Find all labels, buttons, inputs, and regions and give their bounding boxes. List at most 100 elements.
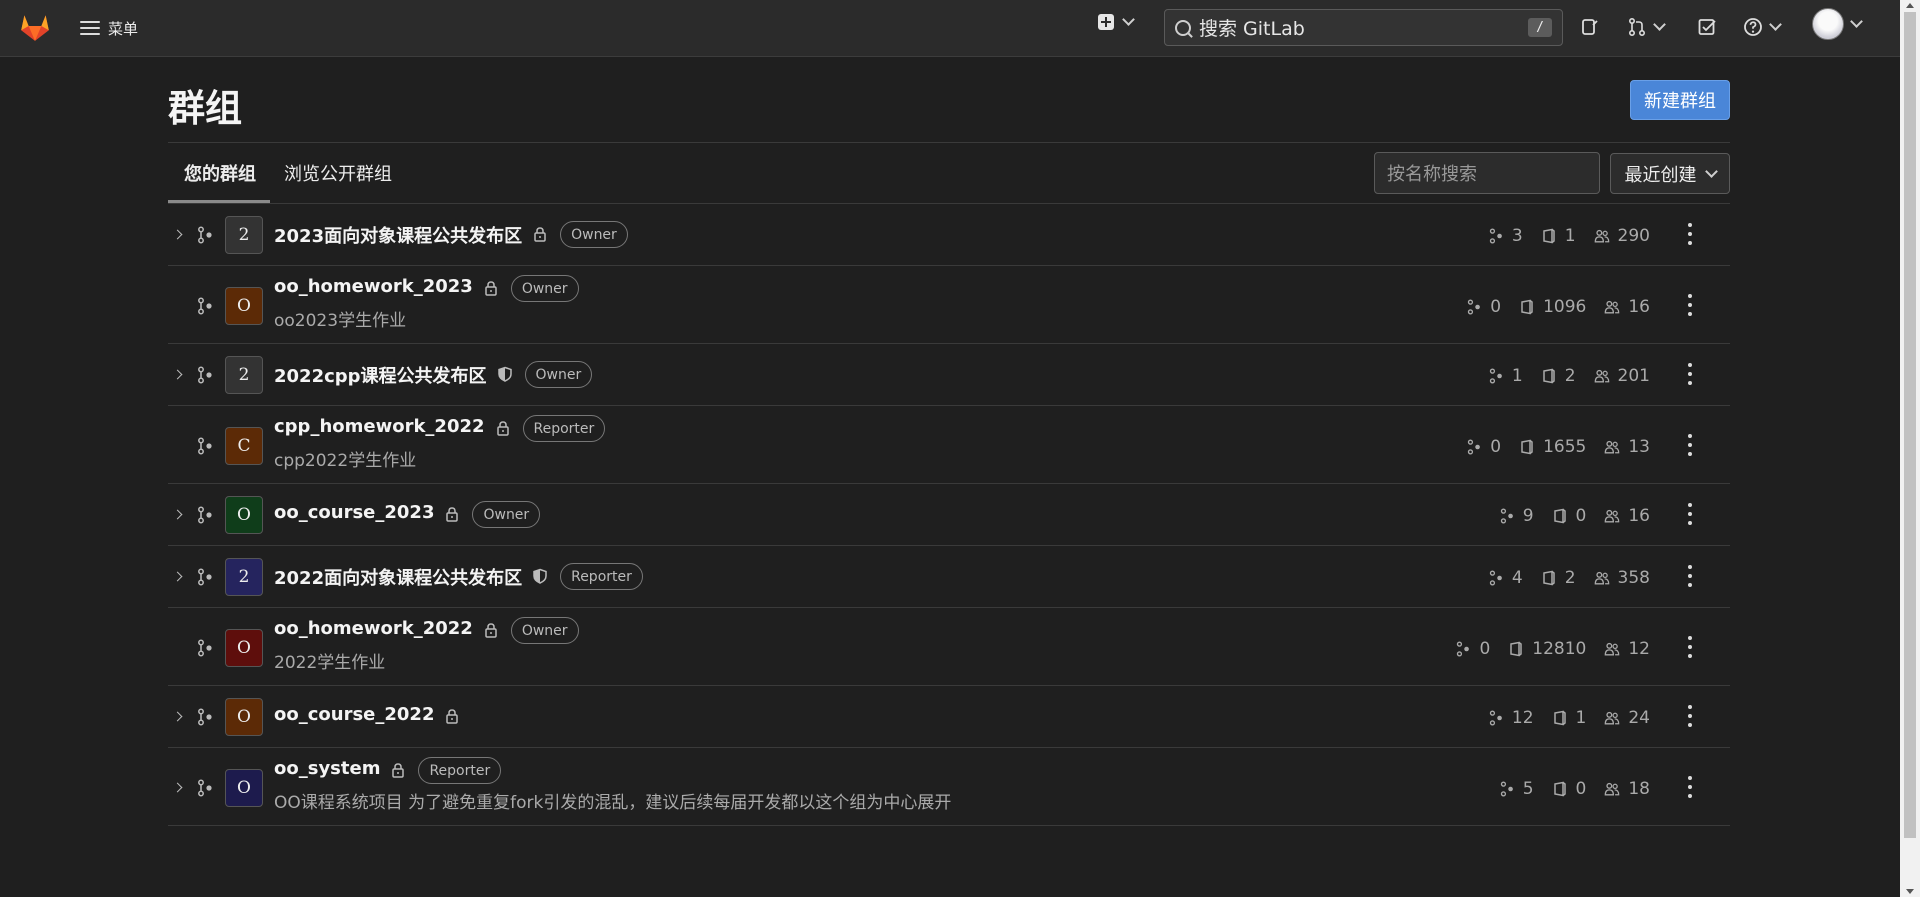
expand-caret-icon[interactable] <box>172 782 183 793</box>
expand-caret-icon[interactable] <box>172 369 183 380</box>
users-icon <box>1605 782 1620 796</box>
group-name-link[interactable]: 2022面向对象课程公共发布区 <box>274 564 522 590</box>
bookmark-icon <box>1510 641 1523 657</box>
scroll-up-arrow-icon[interactable] <box>1906 3 1914 8</box>
projects-value: 2 <box>1564 568 1576 588</box>
members-count: 358 <box>1594 568 1650 588</box>
more-actions-kebab-icon[interactable] <box>1686 294 1694 316</box>
group-avatar[interactable]: C <box>225 427 263 465</box>
more-actions-kebab-icon[interactable] <box>1686 223 1694 245</box>
menu-button[interactable]: 菜单 <box>80 15 138 41</box>
group-stats: 4 2 358 <box>1488 568 1650 588</box>
group-row[interactable]: O oo_course_2023 Owner 9 0 16 <box>168 484 1730 546</box>
users-icon <box>1605 440 1620 454</box>
plus-square-icon <box>1098 14 1114 30</box>
tab-your-groups[interactable]: 您的群组 <box>184 160 256 186</box>
new-group-button[interactable]: 新建群组 <box>1630 80 1730 120</box>
user-menu-dropdown[interactable] <box>1812 8 1863 40</box>
more-actions-kebab-icon[interactable] <box>1686 434 1694 456</box>
help-dropdown[interactable] <box>1743 15 1782 39</box>
more-actions-kebab-icon[interactable] <box>1686 705 1694 727</box>
group-avatar[interactable]: 2 <box>225 356 263 394</box>
user-avatar <box>1812 8 1844 40</box>
group-avatar[interactable]: 2 <box>225 216 263 254</box>
group-icon <box>198 297 212 315</box>
projects-count: 1 <box>1541 226 1576 246</box>
tab-explore-public-groups[interactable]: 浏览公开群组 <box>284 160 392 186</box>
more-actions-kebab-icon[interactable] <box>1686 503 1694 525</box>
global-search-input[interactable]: 搜索 GitLab / <box>1164 9 1563 46</box>
create-new-dropdown[interactable] <box>1098 13 1135 30</box>
issues-button[interactable] <box>1580 15 1600 39</box>
merge-requests-dropdown[interactable] <box>1627 15 1666 39</box>
group-avatar[interactable]: 2 <box>225 558 263 596</box>
group-name-link[interactable]: oo_homework_2023 <box>274 276 473 297</box>
projects-count: 0 <box>1552 779 1586 799</box>
group-row[interactable]: 2 2022cpp课程公共发布区 Owner 1 2 201 <box>168 344 1730 406</box>
group-name-link[interactable]: oo_course_2023 <box>274 502 434 523</box>
more-actions-kebab-icon[interactable] <box>1686 636 1694 658</box>
group-avatar[interactable]: O <box>225 287 263 325</box>
group-avatar[interactable]: O <box>225 629 263 667</box>
group-name-link[interactable]: oo_system <box>274 758 380 779</box>
group-stats: 0 12810 12 <box>1455 639 1650 659</box>
lock-icon <box>485 281 497 296</box>
group-row[interactable]: 2 2023面向对象课程公共发布区 Owner 3 1 290 <box>168 204 1730 266</box>
group-name-link[interactable]: 2023面向对象课程公共发布区 <box>274 222 522 248</box>
group-name-link[interactable]: oo_course_2022 <box>274 704 434 725</box>
group-name-link[interactable]: cpp_homework_2022 <box>274 416 485 437</box>
expand-caret-icon[interactable] <box>172 229 183 240</box>
group-row[interactable]: O oo_course_2022 12 1 24 <box>168 686 1730 748</box>
todos-button[interactable] <box>1697 15 1717 39</box>
more-actions-kebab-icon[interactable] <box>1686 363 1694 385</box>
projects-count: 2 <box>1541 568 1576 588</box>
members-value: 18 <box>1628 779 1650 799</box>
projects-count: 1655 <box>1519 437 1586 457</box>
page-title: 群组 <box>168 87 242 130</box>
filter-by-name-input[interactable]: 按名称搜索 <box>1374 152 1600 194</box>
lock-icon <box>446 709 459 724</box>
scroll-down-arrow-icon[interactable] <box>1906 889 1914 894</box>
subgroups-count: 1 <box>1488 366 1523 386</box>
more-actions-kebab-icon[interactable] <box>1686 565 1694 587</box>
sort-dropdown[interactable]: 最近创建 <box>1610 153 1730 194</box>
search-icon <box>1175 19 1191 36</box>
group-stats: 12 1 24 <box>1488 708 1650 728</box>
group-row[interactable]: O oo_homework_2022 Owner 2022学生作业 0 1281… <box>168 608 1730 686</box>
members-count: 13 <box>1604 437 1650 457</box>
group-icon <box>198 506 212 524</box>
group-row[interactable]: 2 2022面向对象课程公共发布区 Reporter 4 2 358 <box>168 546 1730 608</box>
group-row[interactable]: C cpp_homework_2022 Reporter cpp2022学生作业… <box>168 406 1730 484</box>
members-value: 201 <box>1617 366 1650 386</box>
projects-value: 1 <box>1564 226 1576 246</box>
chevron-down-icon <box>1769 18 1782 31</box>
users-icon <box>1605 300 1620 314</box>
lock-icon <box>496 421 509 436</box>
group-row[interactable]: O oo_homework_2023 Owner oo2023学生作业 0 10… <box>168 266 1730 344</box>
group-stats: 3 1 290 <box>1488 226 1650 246</box>
scrollbar-thumb[interactable] <box>1904 12 1916 838</box>
projects-count: 2 <box>1541 366 1576 386</box>
top-navbar: 菜单 搜索 GitLab / <box>0 0 1900 57</box>
subgroups-value: 0 <box>1490 297 1502 317</box>
expand-caret-icon[interactable] <box>172 711 183 722</box>
group-avatar[interactable]: O <box>225 698 263 736</box>
group-row[interactable]: O oo_system Reporter OO课程系统项目 为了避免重复fork… <box>168 748 1730 826</box>
subgroups-value: 0 <box>1490 437 1502 457</box>
subgroups-count: 4 <box>1488 568 1523 588</box>
expand-caret-icon[interactable] <box>172 571 183 582</box>
users-icon <box>1605 711 1620 725</box>
more-actions-kebab-icon[interactable] <box>1686 776 1694 798</box>
gitlab-logo-icon[interactable] <box>18 10 52 44</box>
page-scrollbar[interactable] <box>1900 0 1920 897</box>
group-avatar[interactable]: O <box>225 496 263 534</box>
subgroup-icon <box>1489 368 1502 384</box>
group-name-link[interactable]: 2022cpp课程公共发布区 <box>274 362 487 388</box>
group-avatar[interactable]: O <box>225 769 263 807</box>
projects-value: 12810 <box>1532 639 1587 659</box>
group-name-link[interactable]: oo_homework_2022 <box>274 618 473 639</box>
members-count: 12 <box>1604 639 1650 659</box>
group-description: cpp2022学生作业 <box>274 451 417 471</box>
header-divider <box>168 142 1730 143</box>
expand-caret-icon[interactable] <box>172 509 183 520</box>
